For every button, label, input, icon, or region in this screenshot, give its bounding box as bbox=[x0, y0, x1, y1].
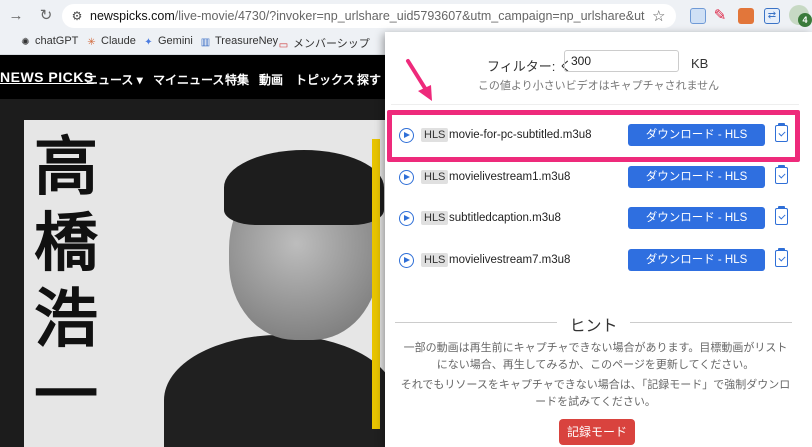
format-tag: HLS bbox=[421, 253, 449, 267]
filter-label: フィルター: く bbox=[487, 59, 572, 74]
url-text[interactable]: newspicks.com/live-movie/4730/?invoker=n… bbox=[90, 9, 645, 23]
bookmark-label: メンバーシップ bbox=[293, 38, 370, 50]
bookmark-label: Claude bbox=[101, 35, 136, 47]
divider bbox=[395, 322, 557, 323]
download-button[interactable]: ダウンロード - HLS bbox=[628, 207, 765, 229]
play-icon[interactable] bbox=[399, 170, 414, 185]
video-downloader-popup: フィルター: く 300 KB この値より小さいビデオはキャプチャされません H… bbox=[385, 32, 812, 447]
nav-features[interactable]: 特集 bbox=[225, 71, 249, 88]
copy-clipboard-icon[interactable] bbox=[775, 248, 788, 267]
address-bar[interactable]: ⚙ newspicks.com/live-movie/4730/?invoker… bbox=[62, 4, 676, 28]
bookmark-claude[interactable]: ✳ Claude bbox=[86, 35, 136, 48]
file-name: subtitledcaption.m3u8 bbox=[449, 212, 561, 224]
divider bbox=[630, 322, 792, 323]
download-button[interactable]: ダウンロード - HLS bbox=[628, 166, 765, 188]
annotation-arrow-icon bbox=[406, 59, 432, 101]
play-icon[interactable] bbox=[399, 211, 414, 226]
nav-topics[interactable]: トピックス bbox=[295, 71, 355, 88]
divider bbox=[391, 104, 799, 105]
video-thumbnail[interactable]: 高橋浩一 bbox=[24, 120, 396, 447]
person-hair bbox=[224, 150, 384, 225]
nav-my-news[interactable]: マイニュース bbox=[153, 71, 224, 88]
nav-search[interactable]: 探す bbox=[357, 71, 381, 88]
file-name: movielivestream7.m3u8 bbox=[449, 254, 571, 266]
play-icon[interactable] bbox=[399, 253, 414, 268]
extension-sync-icon[interactable]: ⇄ bbox=[764, 8, 780, 24]
copy-clipboard-icon[interactable] bbox=[775, 206, 788, 225]
filter-size-input[interactable]: 300 bbox=[564, 50, 679, 72]
extension-count-badge: 4 bbox=[798, 13, 812, 27]
url-domain: newspicks.com bbox=[90, 9, 175, 23]
accent-strip bbox=[372, 139, 380, 429]
video-list-item: HLS subtitledcaption.m3u8 ダウンロード - HLS bbox=[399, 206, 789, 232]
claude-icon: ✳ bbox=[87, 37, 96, 48]
file-name: movielivestream1.m3u8 bbox=[449, 171, 571, 183]
openai-icon: ✺ bbox=[21, 37, 30, 48]
browser-toolbar: → ↻ ⚙ newspicks.com/live-movie/4730/?inv… bbox=[0, 0, 812, 32]
bookmark-treasureney[interactable]: ▥ TreasureNey bbox=[200, 35, 278, 48]
bookmark-star-icon[interactable]: ☆ bbox=[652, 7, 665, 25]
video-list-item: HLS movielivestream7.m3u8 ダウンロード - HLS bbox=[399, 248, 789, 274]
filter-unit: KB bbox=[691, 56, 709, 71]
hint-title: ヒント bbox=[569, 318, 618, 335]
site-settings-icon[interactable]: ⚙ bbox=[68, 7, 86, 25]
bookmark-gemini[interactable]: ✦ Gemini bbox=[143, 35, 193, 48]
hint-paragraph: 一部の動画は再生前にキャプチャできない場合があります。目標動画がリストにない場合… bbox=[403, 342, 788, 371]
highlight-box bbox=[387, 110, 800, 162]
bookmark-membership[interactable]: ▭ メンバーシップ bbox=[278, 35, 370, 51]
forward-icon[interactable]: → bbox=[6, 6, 26, 26]
note-icon: ▭ bbox=[278, 40, 289, 51]
url-path: /live-movie/4730/?invoker=np_urlshare_ui… bbox=[174, 9, 645, 23]
record-mode-button[interactable]: 記録モード bbox=[559, 419, 635, 445]
extension-screenshot-icon[interactable] bbox=[690, 8, 706, 24]
site-logo[interactable]: NEWS PICKS bbox=[0, 69, 94, 85]
bookmark-chatgpt[interactable]: ✺ chatGPT bbox=[20, 35, 78, 48]
reload-icon[interactable]: ↻ bbox=[36, 6, 56, 26]
bookmark-label: Gemini bbox=[158, 35, 193, 47]
bookmark-label: TreasureNey bbox=[215, 35, 279, 47]
format-tag: HLS bbox=[421, 211, 449, 225]
nav-news[interactable]: ニュース ▾ bbox=[86, 71, 143, 88]
video-title-vertical: 高橋浩一 bbox=[34, 130, 98, 433]
video-list-item: HLS movielivestream1.m3u8 ダウンロード - HLS bbox=[399, 165, 789, 191]
extension-pen-icon[interactable]: ✎ bbox=[712, 8, 728, 24]
nav-video[interactable]: 動画 bbox=[259, 71, 283, 88]
download-button[interactable]: ダウンロード - HLS bbox=[628, 249, 765, 271]
bookmark-label: chatGPT bbox=[35, 35, 79, 47]
extension-orange-icon[interactable] bbox=[738, 8, 754, 24]
filter-hint: この値より小さいビデオはキャプチャされません bbox=[477, 80, 720, 92]
format-tag: HLS bbox=[421, 170, 449, 184]
copy-clipboard-icon[interactable] bbox=[775, 165, 788, 184]
person-body bbox=[164, 335, 396, 447]
hint-paragraph: それでもリソースをキャプチャできない場合は、「記録モード」で強制ダウンロードを試… bbox=[400, 379, 791, 408]
gemini-icon: ✦ bbox=[144, 37, 153, 48]
chart-icon: ▥ bbox=[200, 37, 211, 48]
